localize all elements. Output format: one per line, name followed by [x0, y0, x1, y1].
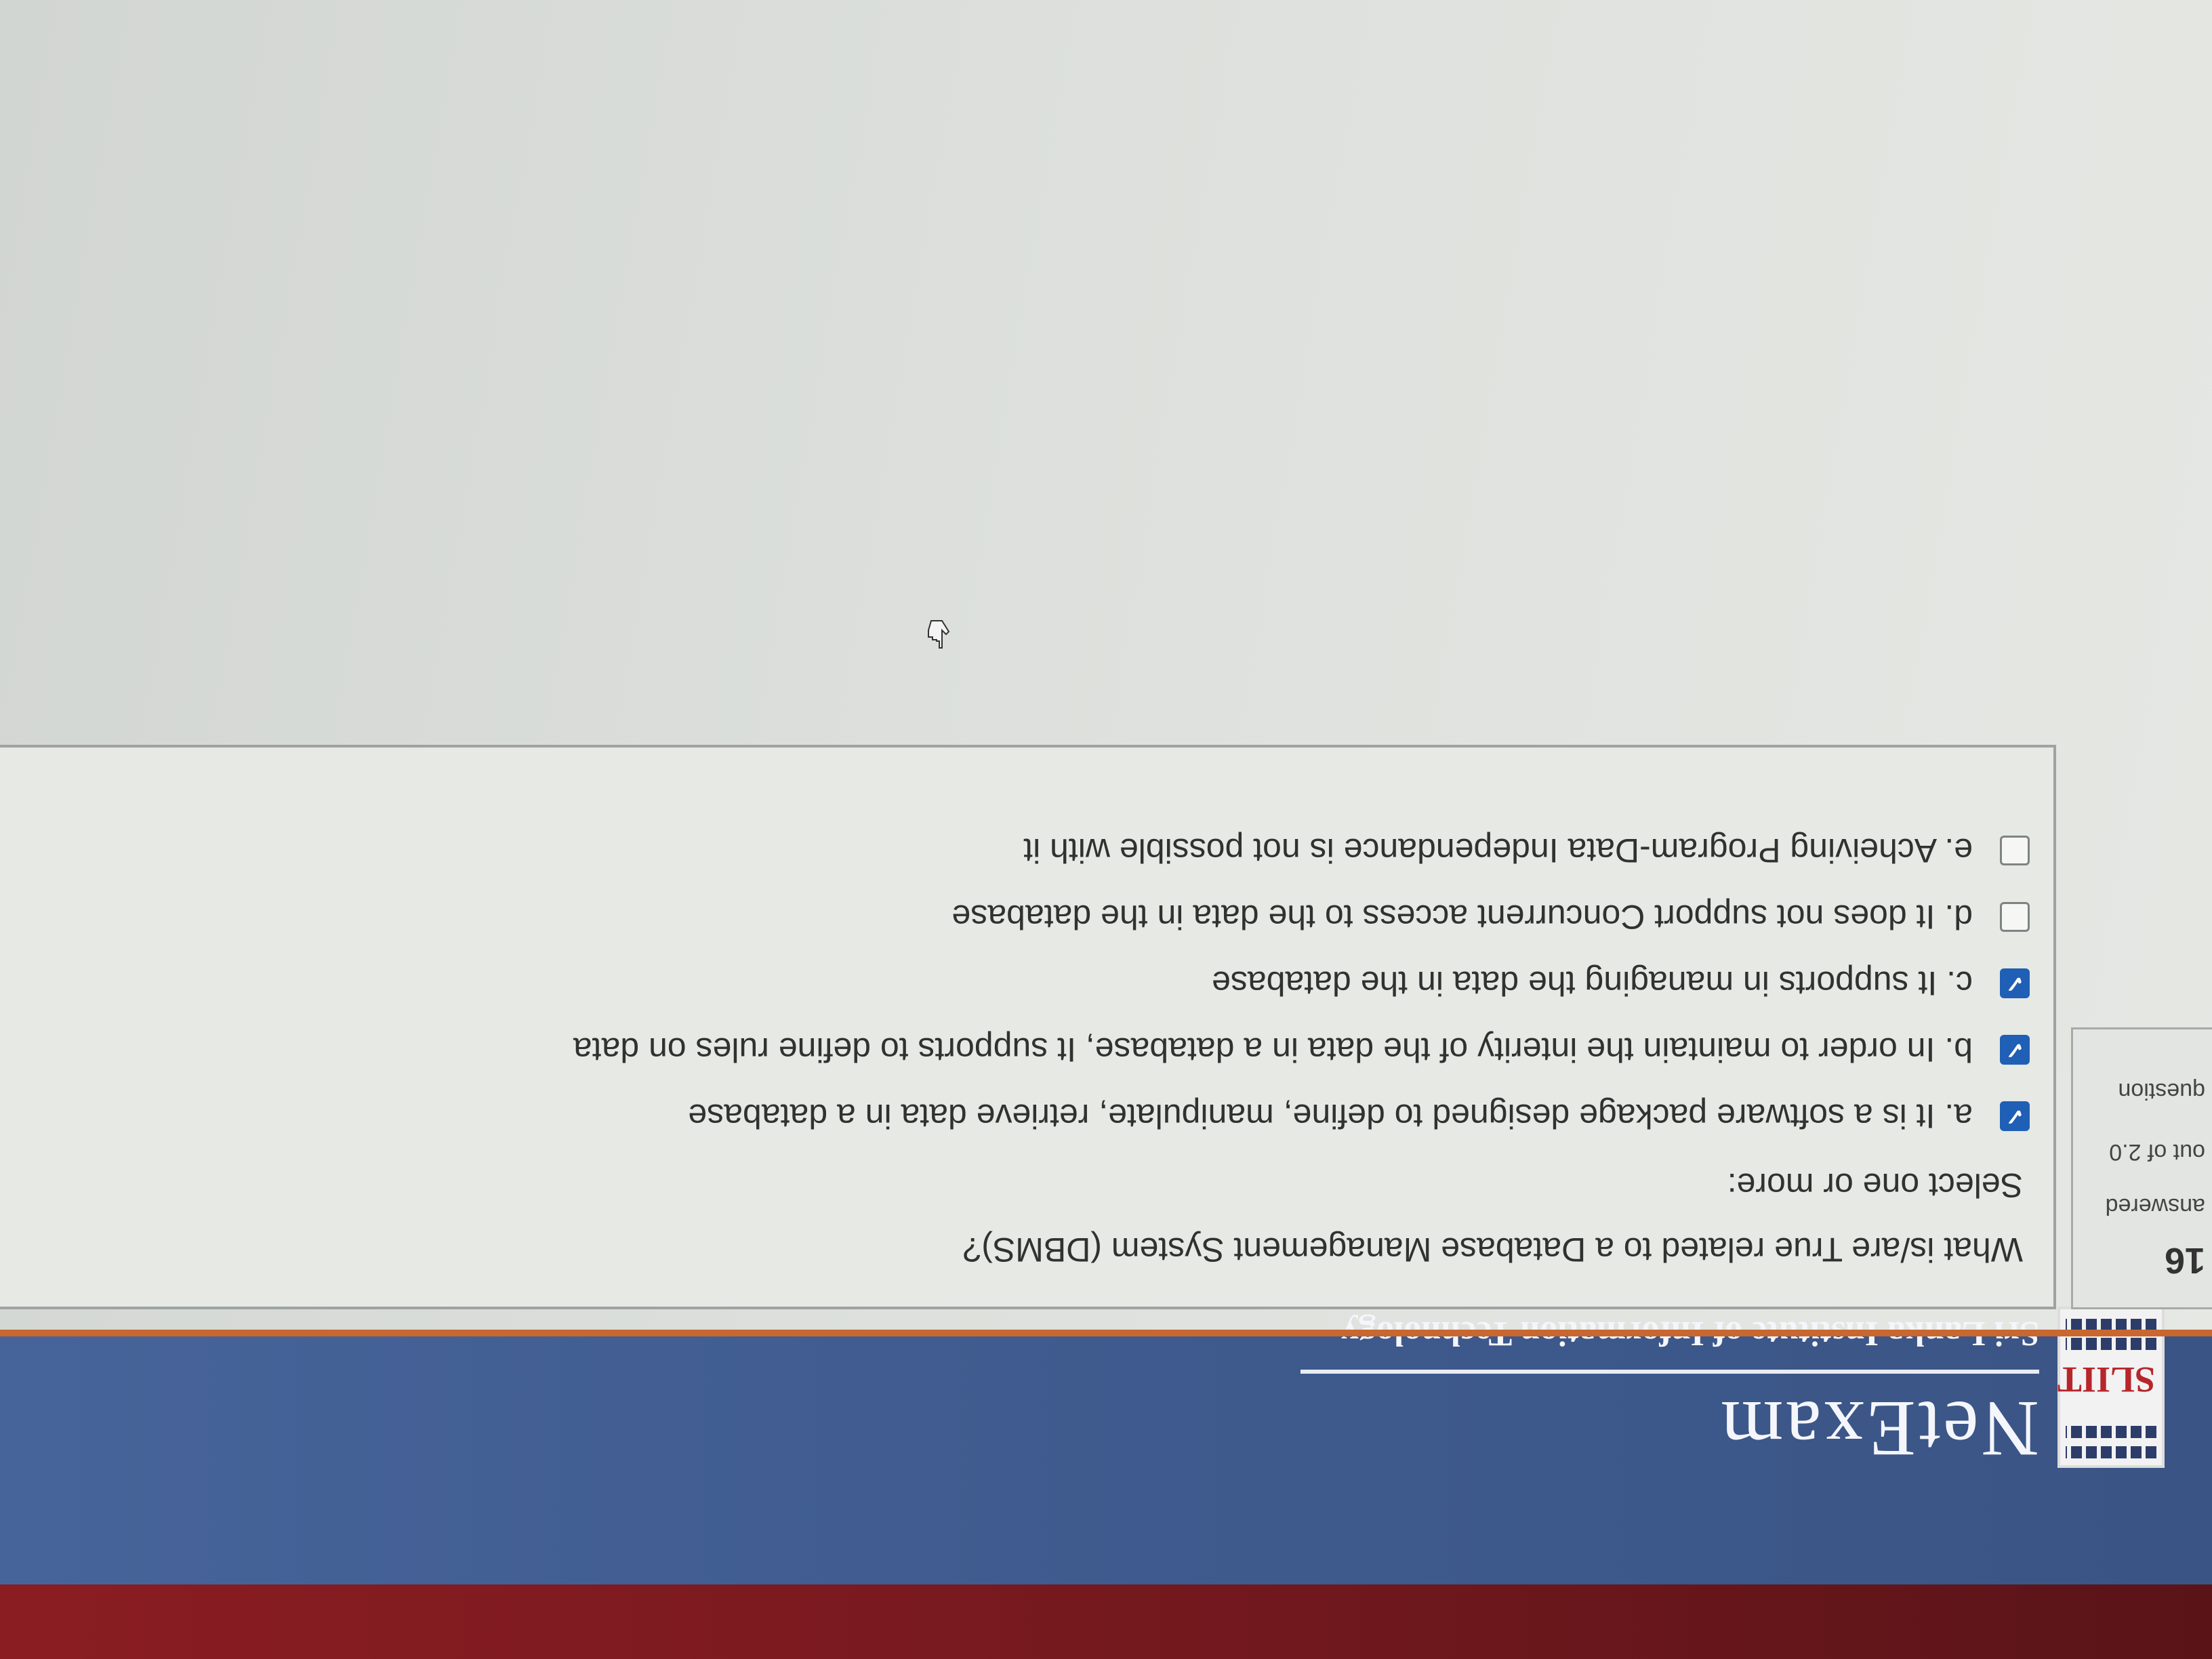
question-status: answered [2105, 1193, 2205, 1219]
option-d-label[interactable]: d. It does not support Concurrent access… [951, 897, 1973, 937]
option-e-checkbox[interactable] [2000, 836, 2030, 865]
option-a[interactable]: ✓ a. It is a software package designed t… [688, 1097, 2030, 1136]
option-b-checkbox[interactable]: ✓ [2000, 1035, 2030, 1065]
browser-top-strip [0, 1584, 2212, 1659]
brand-divider [1300, 1370, 2039, 1374]
option-e[interactable]: e. Acheiving Program-Data Independance i… [1023, 831, 2030, 870]
header-accent-line [0, 1330, 2212, 1336]
option-e-label[interactable]: e. Acheiving Program-Data Independance i… [1023, 831, 1973, 870]
site-title: NetExam [1718, 1385, 2039, 1473]
question-info-panel: 16 answered out of 2.0 question [2071, 1027, 2212, 1309]
question-marks: out of 2.0 [2109, 1139, 2205, 1165]
check-icon: ✓ [2005, 970, 2025, 996]
check-icon: ✓ [2005, 1103, 2025, 1129]
flag-question-link[interactable]: question [2118, 1078, 2205, 1104]
option-a-checkbox[interactable]: ✓ [2000, 1101, 2030, 1131]
option-c-checkbox[interactable]: ✓ [2000, 968, 2030, 998]
logo-band-lower [2066, 1338, 2156, 1350]
option-d-checkbox[interactable] [2000, 902, 2030, 932]
logo-band-top [2066, 1446, 2156, 1458]
site-header: SLIIT NetExam Sri Lanka Institute of Inf… [0, 1307, 2212, 1584]
question-card: What is/are True related to a Database M… [0, 745, 2056, 1309]
option-c[interactable]: ✓ c. It supports in managing the data in… [1212, 964, 2030, 1003]
option-a-label[interactable]: a. It is a software package designed to … [688, 1097, 1973, 1136]
exam-screen: SLIIT NetExam Sri Lanka Institute of Inf… [0, 0, 2212, 1659]
question-number: 16 [2165, 1240, 2205, 1282]
logo-band-upper [2066, 1426, 2156, 1438]
check-icon: ✓ [2005, 1037, 2025, 1063]
option-b-label[interactable]: b. In order to maintain the interity of … [573, 1030, 1973, 1069]
question-number-value: 16 [2164, 1240, 2205, 1281]
option-b[interactable]: ✓ b. In order to maintain the interity o… [573, 1030, 2030, 1069]
main-content: 16 answered out of 2.0 question What is/… [0, 0, 2212, 1330]
question-text: What is/are True related to a Database M… [962, 1231, 2023, 1269]
logo-text: SLIIT [2057, 1359, 2155, 1400]
option-d[interactable]: d. It does not support Concurrent access… [951, 897, 2030, 937]
select-prompt: Select one or more: [1727, 1166, 2023, 1204]
hand-cursor-icon [928, 620, 950, 649]
option-c-label[interactable]: c. It supports in managing the data in t… [1212, 964, 1973, 1003]
